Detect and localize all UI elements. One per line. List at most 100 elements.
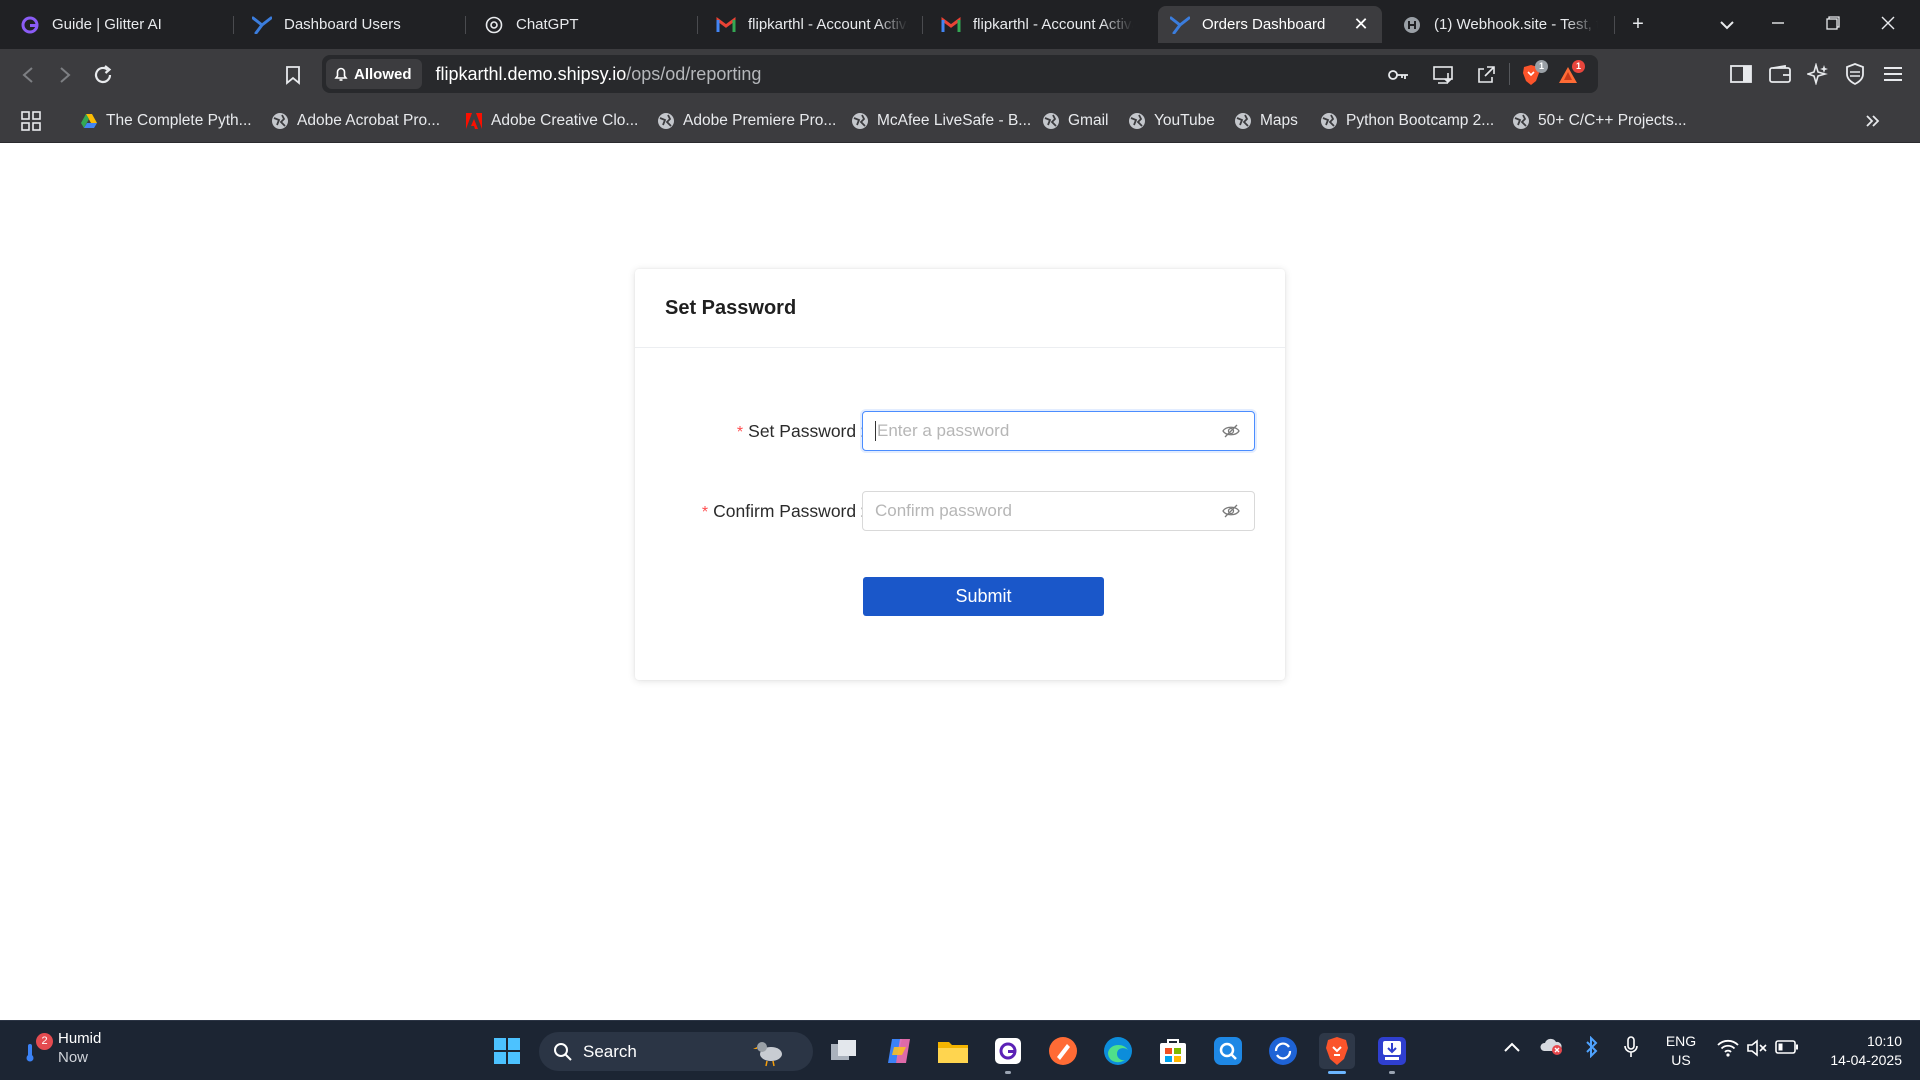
menu-hamburger-icon[interactable]	[1880, 61, 1906, 87]
gmail-icon	[716, 15, 736, 35]
brave-rewards-icon[interactable]: 1	[1557, 60, 1585, 86]
adobe-icon	[465, 112, 483, 130]
weather-text: Humid Now	[58, 1029, 101, 1067]
bookmark-icon[interactable]	[278, 60, 308, 90]
bookmark-label: The Complete Pyth...	[106, 112, 252, 129]
microphone-icon[interactable]	[1623, 1036, 1639, 1061]
brave-shields-icon[interactable]: 1	[1520, 60, 1548, 86]
browser-toolbar: Allowed flipkarthl.demo.shipsy.io/ops/od…	[0, 49, 1920, 99]
tab-chatgpt[interactable]: ChatGPT	[472, 6, 694, 43]
eye-invisible-icon[interactable]	[1220, 500, 1242, 522]
glitter-app-icon[interactable]	[990, 1033, 1026, 1074]
download-app-icon[interactable]	[1374, 1033, 1410, 1074]
language-indicator[interactable]: ENG US	[1659, 1032, 1703, 1070]
set-password-input[interactable]	[877, 421, 1220, 441]
share-icon[interactable]	[1475, 64, 1497, 86]
search-app-icon[interactable]	[1210, 1033, 1246, 1069]
install-app-icon[interactable]	[1433, 64, 1455, 86]
close-tab-icon[interactable]: ✕	[1352, 14, 1370, 35]
bookmark-item[interactable]: Adobe Acrobat Pro...	[271, 109, 440, 133]
wifi-icon[interactable]	[1717, 1039, 1739, 1060]
url-path: /ops/od/reporting	[626, 63, 762, 84]
copilot-icon[interactable]	[881, 1033, 917, 1069]
bookmark-item[interactable]: Adobe Premiere Pro...	[657, 109, 836, 133]
bookmark-item[interactable]: Python Bootcamp 2...	[1320, 109, 1494, 133]
tab-search-chevron-icon[interactable]	[1712, 10, 1742, 38]
confirm-password-input[interactable]	[875, 501, 1220, 521]
vpn-shield-icon[interactable]	[1842, 61, 1868, 87]
text-caret	[875, 421, 876, 441]
globe-icon	[1234, 112, 1252, 130]
search-label: Search	[583, 1041, 637, 1061]
new-tab-icon[interactable]: +	[1623, 10, 1653, 38]
tab-dashboard-users[interactable]: Dashboard Users	[240, 6, 462, 43]
weather-label: Humid	[58, 1030, 102, 1047]
url-text[interactable]: flipkarthl.demo.shipsy.io/ops/od/reporti…	[436, 64, 762, 85]
set-password-field[interactable]	[862, 411, 1255, 451]
volume-muted-icon[interactable]	[1746, 1039, 1768, 1060]
close-window-icon[interactable]	[1873, 10, 1903, 38]
globe-icon	[1128, 112, 1146, 130]
brave-browser-icon[interactable]	[1319, 1033, 1355, 1074]
bookmark-item[interactable]: YouTube	[1128, 109, 1215, 133]
bluetooth-icon[interactable]	[1585, 1035, 1599, 1061]
more-bookmarks-chevron-icon[interactable]	[1866, 109, 1880, 133]
omnibox-divider	[1509, 63, 1510, 85]
tab-gmail-1[interactable]: flipkarthl - Account Activa	[704, 6, 920, 43]
active-indicator	[1328, 1071, 1346, 1074]
weather-widget[interactable]: 2 Humid Now	[20, 1029, 101, 1067]
minimize-icon[interactable]	[1763, 10, 1793, 38]
pen-app-icon[interactable]	[1045, 1033, 1081, 1069]
tab-title: Dashboard Users	[284, 16, 401, 33]
tab-orders-dashboard[interactable]: Orders Dashboard ✕	[1158, 6, 1382, 43]
apps-grid-icon[interactable]	[20, 109, 42, 133]
shipsy-icon	[252, 15, 272, 35]
back-arrow-icon[interactable]	[13, 60, 43, 90]
tab-gmail-2[interactable]: flipkarthl - Account Activa	[929, 6, 1145, 43]
forward-arrow-icon[interactable]	[50, 60, 80, 90]
onedrive-error-icon[interactable]	[1539, 1037, 1563, 1058]
submit-button[interactable]: Submit	[863, 577, 1104, 616]
clock-date: 14-04-2025	[1830, 1052, 1902, 1068]
tab-webhook-site[interactable]: (1) Webhook.site - Test, tr	[1390, 6, 1610, 43]
sidebar-toggle-icon[interactable]	[1728, 61, 1754, 87]
globe-icon	[657, 112, 675, 130]
taskbar-search[interactable]: Search	[539, 1032, 813, 1071]
bookmark-item[interactable]: 50+ C/C++ Projects...	[1512, 109, 1687, 133]
show-hidden-icons-chevron-icon[interactable]	[1504, 1039, 1520, 1055]
tab-glitter-ai[interactable]: Guide | Glitter AI	[8, 6, 233, 43]
reload-icon[interactable]	[88, 60, 118, 90]
restore-icon[interactable]	[1818, 10, 1848, 38]
file-explorer-icon[interactable]	[935, 1033, 971, 1069]
bookmark-item[interactable]: McAfee LiveSafe - B...	[851, 109, 1031, 133]
address-bar[interactable]: Allowed flipkarthl.demo.shipsy.io/ops/od…	[322, 55, 1598, 93]
microsoft-store-icon[interactable]	[1155, 1033, 1191, 1069]
wallet-icon[interactable]	[1767, 61, 1793, 87]
tab-divider	[233, 16, 234, 34]
bookmark-label: Adobe Premiere Pro...	[683, 112, 837, 129]
bookmark-item[interactable]: Maps	[1234, 109, 1298, 133]
sync-app-icon[interactable]	[1265, 1033, 1301, 1069]
tab-title: Guide | Glitter AI	[52, 16, 162, 33]
battery-icon[interactable]	[1775, 1040, 1799, 1057]
bookmark-item[interactable]: The Complete Pyth...	[80, 109, 252, 133]
tab-title: ChatGPT	[516, 16, 579, 33]
set-password-card: Set Password *Set Password: *Confirm Pas…	[635, 269, 1285, 680]
globe-icon	[1512, 112, 1530, 130]
bookmark-label: Maps	[1260, 112, 1298, 129]
password-key-icon[interactable]	[1388, 64, 1410, 86]
windows-start-icon[interactable]	[489, 1033, 525, 1069]
edge-icon[interactable]	[1100, 1033, 1136, 1069]
task-view-icon[interactable]	[826, 1033, 862, 1069]
shipsy-icon	[1170, 15, 1190, 35]
leo-ai-icon[interactable]	[1805, 61, 1831, 87]
confirm-password-field[interactable]	[862, 491, 1255, 531]
web-page: Set Password *Set Password: *Confirm Pas…	[0, 143, 1920, 1020]
bookmark-item[interactable]: Adobe Creative Clo...	[465, 109, 638, 133]
eye-invisible-icon[interactable]	[1220, 420, 1242, 442]
site-permission-chip[interactable]: Allowed	[326, 59, 422, 89]
label-text: Set Password	[748, 421, 857, 441]
label-text: Confirm Password	[713, 501, 857, 521]
bookmark-item[interactable]: Gmail	[1042, 109, 1108, 133]
clock[interactable]: 10:10 14-04-2025	[1810, 1032, 1910, 1070]
